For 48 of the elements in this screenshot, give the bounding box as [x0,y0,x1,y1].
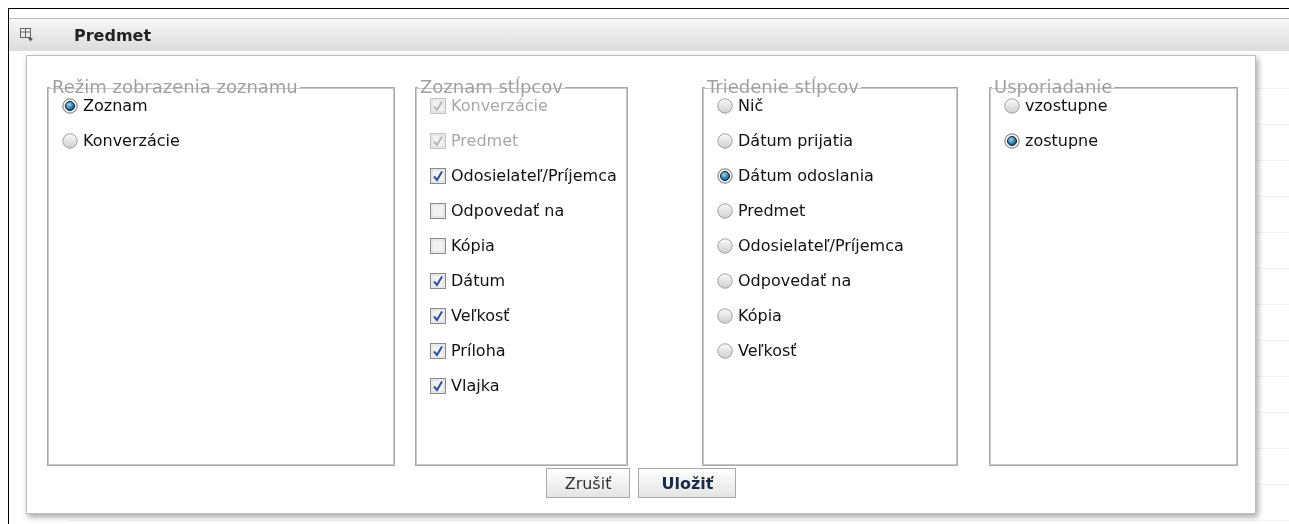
radio-button[interactable] [717,202,733,219]
radio-button[interactable] [717,167,733,184]
radio-button[interactable] [717,237,733,254]
radio-button[interactable] [717,272,733,289]
radio-label: Odosielateľ/Príjemca [738,236,904,255]
radio-button[interactable] [1004,97,1020,114]
checkbox-label: Kópia [451,236,495,255]
radio-label: Dátum prijatia [738,131,854,150]
radio-label: Nič [738,96,764,115]
group-legend: Zoznam stĺpcov [418,76,565,98]
checkbox[interactable] [430,167,446,184]
radio-button[interactable] [717,97,733,114]
checkbox[interactable] [430,202,446,219]
radio-label: zostupne [1025,131,1099,150]
column-options-icon[interactable] [20,28,34,42]
column-title: Predmet [74,25,152,45]
radio-label: Konverzácie [83,131,180,150]
group-legend: Režim zobrazenia zoznamu [50,76,300,98]
radio-label: Veľkosť [738,341,797,360]
group-legend: Triedenie stĺpcov [705,76,861,98]
checkbox-label: Odpovedať na [451,201,565,220]
dialog-button[interactable]: Uložiť [638,468,737,498]
radio-button[interactable] [62,97,78,114]
checkbox[interactable] [430,342,446,359]
checkbox-label: Dátum [451,271,506,290]
radio-label: Zoznam [83,96,148,115]
checkbox-label: Veľkosť [451,306,510,325]
radio-label: Dátum odoslania [738,166,874,185]
checkbox-label: Vlajka [451,376,500,395]
radio-button[interactable] [1004,132,1020,149]
radio-label: Predmet [738,201,806,220]
checkbox[interactable] [430,307,446,324]
checkbox-label: Príloha [451,341,506,360]
radio-button[interactable] [62,132,78,149]
radio-label: Kópia [738,306,782,325]
radio-button[interactable] [717,342,733,359]
checkbox[interactable] [430,272,446,289]
group-legend: Usporiadanie [992,76,1115,98]
checkbox[interactable] [430,377,446,394]
radio-label: Odpovedať na [738,271,852,290]
dialog-button[interactable]: Zrušiť [545,468,631,498]
checkbox-label: Predmet [451,131,519,150]
checkbox-label: Odosielateľ/Príjemca [451,166,617,185]
checkbox-label: Konverzácie [451,96,548,115]
radio-button[interactable] [717,307,733,324]
checkbox[interactable] [430,237,446,254]
radio-button[interactable] [717,132,733,149]
radio-label: vzostupne [1025,96,1108,115]
